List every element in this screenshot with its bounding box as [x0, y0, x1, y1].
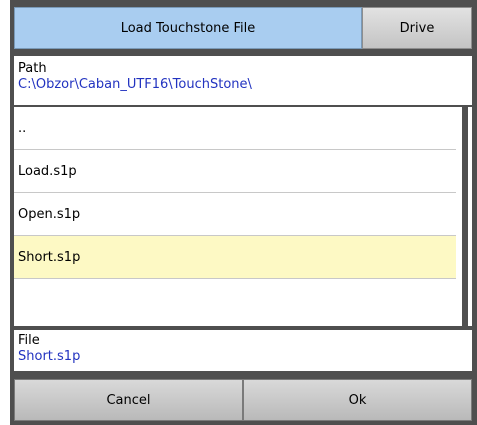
load-touchstone-dialog: Load Touchstone File Drive Path C:\Obzor…	[10, 0, 477, 425]
path-field: Path C:\Obzor\Caban_UTF16\TouchStone\	[14, 56, 472, 105]
file-list-item-short[interactable]: Short.s1p	[14, 236, 456, 279]
file-field: File Short.s1p	[14, 330, 472, 371]
drive-button-label: Drive	[399, 20, 435, 36]
ok-button-label: Ok	[348, 392, 367, 408]
path-value: C:\Obzor\Caban_UTF16\TouchStone\	[18, 77, 252, 92]
cancel-button-label: Cancel	[106, 392, 151, 408]
file-list-item-parent[interactable]: ..	[14, 107, 456, 150]
dialog-title: Load Touchstone File	[120, 20, 256, 36]
file-list: .. Load.s1p Open.s1p Short.s1p	[14, 107, 472, 326]
cancel-button[interactable]: Cancel	[14, 379, 243, 421]
load-touchstone-title-button[interactable]: Load Touchstone File	[14, 7, 362, 49]
path-label: Path	[18, 61, 47, 76]
file-list-item-empty	[14, 279, 456, 322]
file-label: File	[18, 333, 40, 348]
file-value: Short.s1p	[18, 349, 81, 364]
drive-button[interactable]: Drive	[362, 7, 472, 49]
file-list-item-open[interactable]: Open.s1p	[14, 193, 456, 236]
file-list-item-load[interactable]: Load.s1p	[14, 150, 456, 193]
ok-button[interactable]: Ok	[243, 379, 472, 421]
file-list-scrollbar[interactable]	[462, 107, 468, 326]
